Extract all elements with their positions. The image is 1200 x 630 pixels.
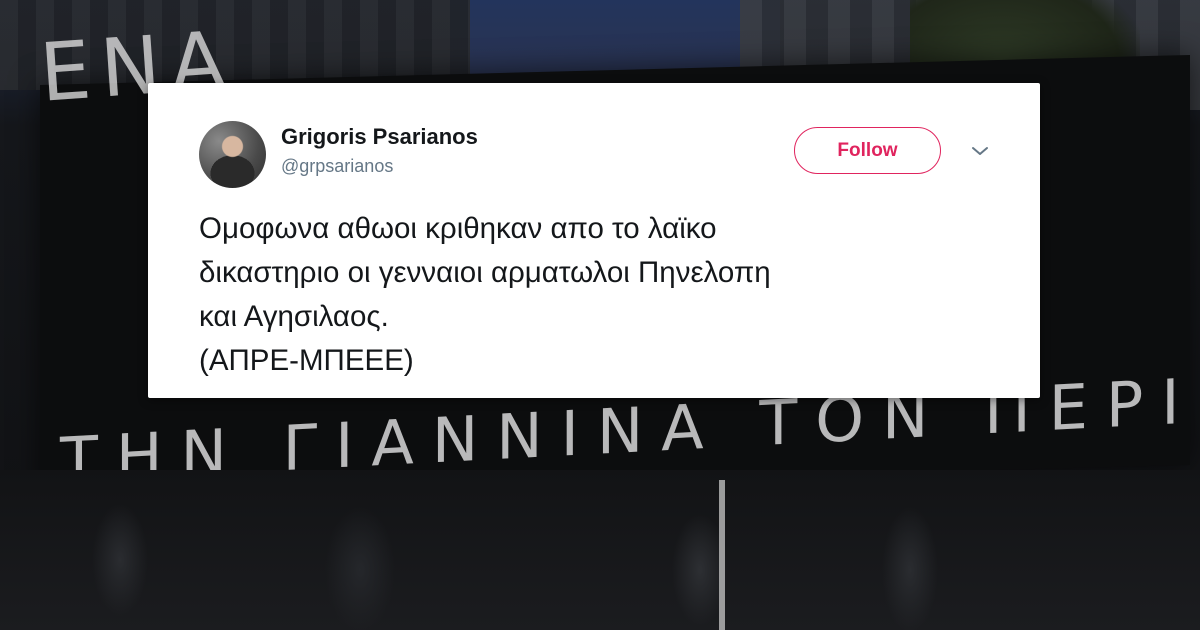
tweet-card: Grigoris Psarianos @grpsarianos Follow Ο… — [148, 83, 1040, 398]
author-name[interactable]: Grigoris Psarianos — [281, 124, 478, 150]
crowd — [0, 470, 1200, 630]
follow-button[interactable]: Follow — [794, 127, 941, 174]
avatar[interactable] — [199, 121, 266, 188]
author-handle[interactable]: @grpsarianos — [281, 156, 393, 177]
banner-pole — [719, 480, 725, 630]
tweet-text: Ομοφωνα αθωοι κριθηκαν απο το λαϊκο δικα… — [199, 212, 771, 377]
chevron-down-icon[interactable] — [970, 141, 990, 161]
